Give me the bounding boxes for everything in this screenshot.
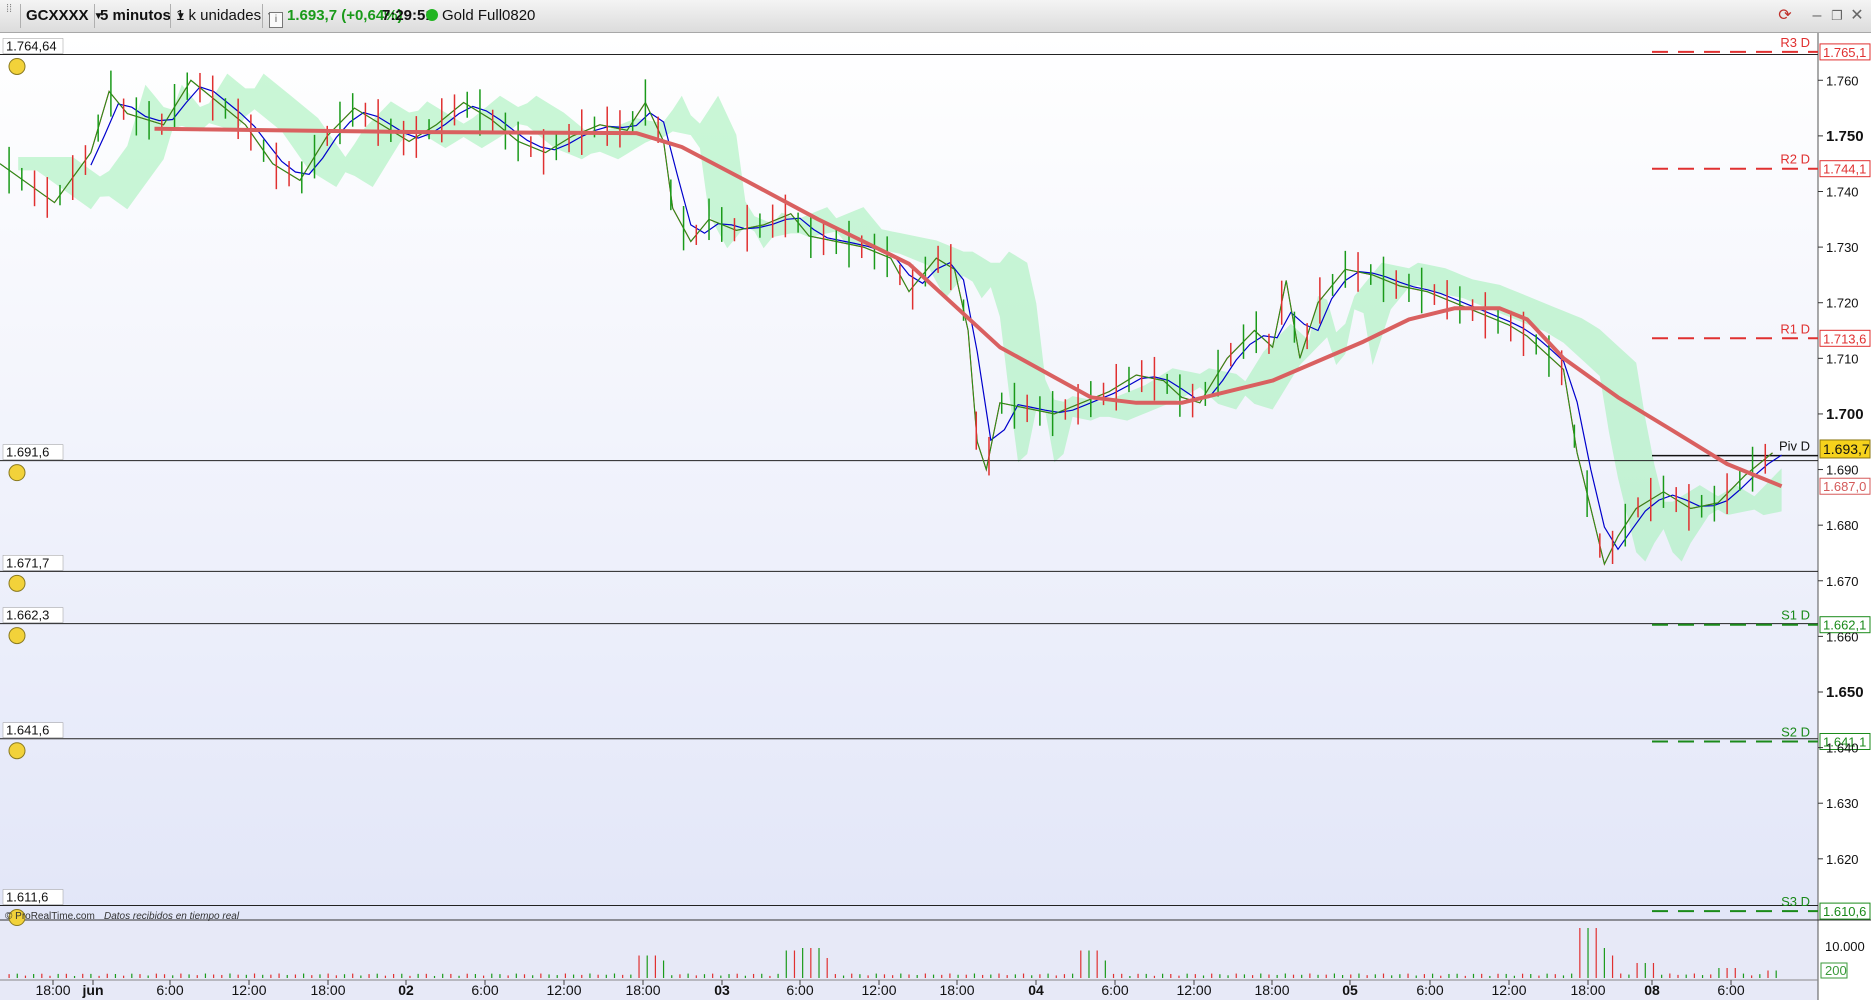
y-tick-label: 1.690 — [1826, 463, 1859, 478]
timeframe-selector[interactable]: 5 minutos ▼ — [100, 5, 186, 27]
symbol-selector[interactable]: GCXXXX ▼ — [26, 5, 103, 27]
bell-icon — [8, 574, 26, 592]
live-status-dot-icon — [426, 9, 438, 21]
x-tick-label: 12:00 — [861, 982, 896, 998]
pivot-name: Piv D — [1779, 439, 1810, 454]
timeframe-label: 5 minutos — [100, 7, 171, 24]
x-tick-label: 6:00 — [1101, 982, 1128, 998]
toolbar-separator — [170, 4, 171, 28]
y-tick-label: 1.750 — [1826, 128, 1864, 145]
x-tick-label: 12:00 — [546, 982, 581, 998]
toolbar-separator — [262, 4, 263, 28]
contract-label: Gold Full0820 — [442, 7, 536, 24]
x-tick-label: 12:00 — [1491, 982, 1526, 998]
price-chart[interactable]: 1.764,64 1.691,6 1.671,7 1.662,3 1.641,6 1.61… — [0, 33, 1871, 1000]
bell-icon — [8, 742, 26, 760]
y-tick-label: 1.650 — [1826, 684, 1864, 701]
info-icon: i — [269, 12, 283, 28]
pivot-tag-label: 1.765,1 — [1823, 45, 1866, 60]
bell-icon — [8, 464, 26, 482]
x-tick-label: 18:00 — [310, 982, 345, 998]
contract-status: Gold Full0820 — [426, 5, 535, 27]
alert-line-label: 1.662,3 — [6, 608, 49, 623]
y-tick-label: 1.630 — [1826, 796, 1859, 811]
drag-grip-icon[interactable]: ⁞⁞ — [6, 4, 16, 26]
x-tick-label: 6:00 — [1717, 982, 1744, 998]
x-tick-label: 6:00 — [1416, 982, 1443, 998]
x-tick-label: 6:00 — [786, 982, 813, 998]
alert-line-label: 1.611,6 — [6, 890, 48, 905]
volume-tag-label: 200 — [1825, 963, 1847, 978]
alert-line-label: 1.641,6 — [6, 723, 49, 738]
toolbar-separator — [20, 4, 21, 28]
pivot-tag-label: 1.744,1 — [1823, 162, 1866, 177]
price-panel-background — [0, 33, 1818, 920]
alert-line-label: 1.671,7 — [6, 555, 49, 570]
chart-toolbar: ⁞⁞ GCXXXX▼ 5 minutos▼ 1 k unidades▼ i 1.… — [0, 0, 1871, 33]
units-label: 1 k unidades — [176, 7, 262, 24]
x-tick-label: jun — [82, 982, 104, 998]
volume-panel-background — [0, 920, 1818, 1000]
sync-icon[interactable]: ⟳ — [1776, 6, 1794, 26]
y-tick-label: 1.740 — [1826, 184, 1859, 199]
x-tick-label: 12:00 — [231, 982, 266, 998]
x-tick-label: 12:00 — [1176, 982, 1211, 998]
x-tick-label: 18:00 — [1254, 982, 1289, 998]
info-button[interactable]: i — [269, 5, 283, 28]
y-tick-label: 1.710 — [1826, 351, 1859, 366]
pivot-name: S3 D — [1781, 894, 1810, 909]
x-tick-label: 02 — [398, 982, 414, 998]
symbol-label: GCXXXX — [26, 7, 89, 24]
toolbar-separator — [94, 4, 95, 28]
pivot-tag-label: 1.713,6 — [1823, 331, 1866, 346]
bell-icon — [8, 627, 26, 645]
volume-axis-label: 10.000 — [1825, 939, 1865, 954]
x-tick-label: 18:00 — [35, 982, 70, 998]
pivot-name: R3 D — [1780, 35, 1810, 50]
y-tick-label: 1.760 — [1826, 73, 1859, 88]
pivot-name: S1 D — [1781, 608, 1810, 623]
footer-brand: © ProRealTime.com — [5, 911, 95, 922]
pivot-name: S2 D — [1781, 724, 1810, 739]
restore-icon[interactable]: ❐ — [1828, 6, 1846, 26]
units-selector[interactable]: 1 k unidades▼ — [176, 5, 276, 27]
x-tick-label: 18:00 — [939, 982, 974, 998]
y-tick-label: 1.730 — [1826, 240, 1859, 255]
x-tick-label: 6:00 — [471, 982, 498, 998]
y-tick-label: 1.720 — [1826, 296, 1859, 311]
x-tick-label: 04 — [1028, 982, 1044, 998]
x-tick-label: 18:00 — [1570, 982, 1605, 998]
y-tick-label: 1.700 — [1826, 406, 1864, 423]
minimize-icon[interactable]: – — [1808, 6, 1826, 26]
pivot-tag-label: 1.610,6 — [1823, 904, 1866, 919]
current-price-label: 1.693,7 — [1823, 441, 1870, 457]
pivot-name: R2 D — [1780, 152, 1810, 167]
y-tick-label: 1.620 — [1826, 852, 1859, 867]
y-tick-label: 1.670 — [1826, 574, 1859, 589]
y-tick-label: 1.660 — [1826, 629, 1859, 644]
close-icon[interactable]: ✕ — [1848, 6, 1866, 26]
x-tick-label: 18:00 — [625, 982, 660, 998]
x-tick-label: 6:00 — [156, 982, 183, 998]
marker-tag-label: 1.687,0 — [1823, 479, 1866, 494]
x-tick-label: 08 — [1644, 982, 1660, 998]
alert-line-label: 1.764,64 — [6, 38, 57, 53]
pivot-name: R1 D — [1780, 321, 1810, 336]
footer-status: Datos recibidos en tiempo real — [104, 911, 240, 922]
alert-line-label: 1.691,6 — [6, 445, 49, 460]
x-tick-label: 05 — [1342, 982, 1358, 998]
bell-icon — [8, 57, 26, 75]
y-tick-label: 1.680 — [1826, 518, 1859, 533]
x-tick-label: 03 — [714, 982, 730, 998]
y-tick-label: 1.640 — [1826, 741, 1859, 756]
